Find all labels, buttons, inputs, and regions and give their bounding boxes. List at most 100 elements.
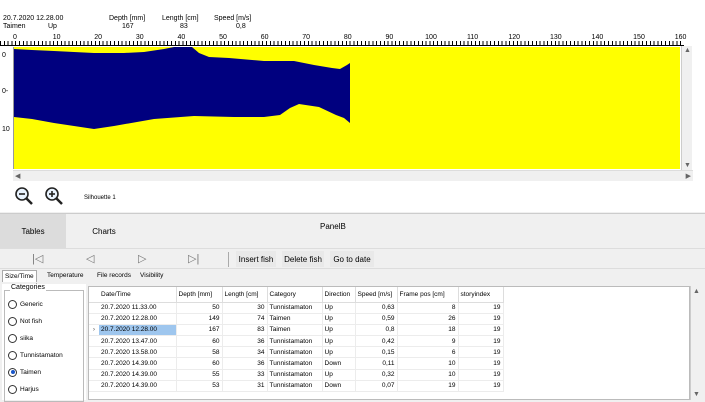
table-vertical-scrollbar[interactable]: ▲ ▼ (690, 286, 702, 400)
y-label-1: 0- (2, 88, 9, 95)
ruler-label-160: 160 (674, 34, 687, 41)
table-row[interactable]: 20.7.2020 14.39.00 53 31 Tunnistamaton Down 0… (89, 380, 504, 393)
category-label: Generic (20, 300, 43, 308)
table-cell: 167 (176, 324, 223, 337)
zoom-out-button[interactable] (14, 186, 34, 206)
table-cell: 10 (397, 357, 459, 370)
viewer-vertical-scrollbar[interactable]: ▲ ▼ (681, 46, 692, 170)
ruler-label-40: 40 (177, 34, 186, 41)
table-cell: Up (322, 302, 356, 314)
table-cell: 19 (458, 369, 504, 381)
column-header[interactable]: Length [cm] (222, 287, 268, 303)
table-cell: Up (322, 313, 356, 325)
prev-record-icon[interactable]: ◁ (86, 252, 94, 265)
table-cell: 19 (458, 380, 504, 393)
viewer-horizontal-scrollbar[interactable]: ◀ ▶ (13, 170, 693, 181)
ruler-label-50: 50 (219, 34, 227, 41)
silhouette-viewer: 20.7.2020 12.28.00 Taimen Up Depth [mm] … (0, 0, 705, 212)
category-radio-harjus[interactable]: Harjus (8, 383, 39, 395)
ruler-label-80: 80 (343, 34, 352, 41)
radio-circle-icon[interactable] (8, 367, 17, 377)
radio-circle-icon[interactable] (8, 333, 17, 343)
silhouette-canvas (13, 47, 680, 169)
table-row[interactable]: 20.7.2020 11.33.00 50 30 Tunnistamaton Up 0,6… (89, 302, 504, 314)
table-cell: 20.7.2020 11.33.00 (99, 302, 177, 314)
next-record-icon[interactable]: ▷ (138, 252, 146, 265)
radio-circle-icon[interactable] (8, 299, 17, 309)
row-indicator (89, 357, 99, 370)
category-radio-taimen[interactable]: Taimen (8, 366, 41, 378)
fish-records-table: Date/Time Depth [mm] Length [cm] Category Di… (88, 286, 690, 400)
category-radio-generic[interactable]: Generic (8, 298, 43, 310)
category-radio-siika[interactable]: siika (8, 332, 33, 344)
last-record-icon[interactable]: ▷| (188, 252, 199, 265)
subtab-bar: Size/Time Temperature File records Visib… (0, 269, 705, 283)
table-cell: 19 (458, 324, 504, 337)
table-cell: 60 (176, 335, 223, 348)
insert-fish-button[interactable]: Insert fish (236, 251, 276, 267)
table-cell: 58 (176, 346, 223, 359)
header-depth-label: Depth [mm] (109, 15, 146, 22)
radio-circle-icon[interactable] (8, 384, 17, 394)
category-radio-not-fish[interactable]: Not fish (8, 315, 42, 327)
table-cell: Tunnistamaton (267, 302, 323, 314)
column-header[interactable]: Category (267, 287, 323, 303)
table-cell: Up (322, 335, 356, 348)
column-header[interactable]: Frame pos [cm] (397, 287, 459, 303)
category-legend: Categories (10, 284, 46, 291)
table-row[interactable]: 20.7.2020 14.39.00 55 33 Tunnistamaton Up 0,3… (89, 369, 504, 381)
column-header[interactable]: Date/Time (99, 287, 177, 303)
nav-separator (228, 252, 229, 267)
table-cell: Up (322, 369, 356, 381)
table-cell: 10 (397, 369, 459, 381)
scroll-up-icon[interactable]: ▲ (684, 47, 691, 54)
record-navigator: |◁ ◁ ▷ ▷| Insert fish Delete fish Go to … (0, 248, 705, 269)
scroll-left-icon[interactable]: ◀ (15, 172, 20, 180)
category-label: siika (20, 334, 34, 342)
table-cell: 20.7.2020 14.39.00 (99, 357, 177, 370)
scroll-down-icon[interactable]: ▼ (684, 162, 691, 169)
y-label-2: 10 (2, 126, 10, 133)
table-scroll-down-icon[interactable]: ▼ (693, 391, 700, 398)
table-row[interactable]: 20.7.2020 14.39.00 60 36 Tunnistamaton Down 0… (89, 357, 504, 370)
table-scroll-up-icon[interactable]: ▲ (693, 288, 700, 295)
tab-tables[interactable]: Tables (0, 214, 66, 248)
subtab-temperature[interactable]: Temperature (45, 270, 86, 282)
table-cell: 0,42 (355, 335, 398, 348)
table-cell: 8 (397, 302, 459, 314)
table-row[interactable]: 20.7.2020 13.58.00 58 34 Tunnistamaton Up 0,1… (89, 346, 504, 359)
table-row[interactable]: › 20.7.2020 12.28.00 167 83 Taimen Up 0,8 18 19 (89, 324, 504, 337)
column-header[interactable]: Direction (322, 287, 356, 303)
category-radio-tunnistamaton[interactable]: Tunnistamaton (8, 349, 63, 361)
table-cell: 83 (222, 324, 268, 337)
row-indicator (89, 369, 99, 381)
subtab-size-time[interactable]: Size/Time (2, 270, 37, 282)
first-record-icon[interactable]: |◁ (32, 252, 43, 265)
table-cell: Tunnistamaton (267, 346, 323, 359)
subtab-visibility[interactable]: Visibility (138, 270, 165, 282)
zoom-in-button[interactable] (44, 186, 64, 206)
table-cell: 74 (222, 313, 268, 325)
radio-circle-icon[interactable] (8, 350, 17, 360)
table-row[interactable]: 20.7.2020 13.47.00 60 36 Tunnistamaton Up 0,4… (89, 335, 504, 348)
tab-charts[interactable]: Charts (66, 214, 142, 248)
header-length-value: 83 (180, 23, 188, 30)
header-direction: Up (48, 23, 57, 30)
subtab-file-records[interactable]: File records (95, 270, 133, 282)
ruler-label-150: 150 (633, 34, 645, 41)
table-cell: 0,63 (355, 302, 398, 314)
table-cell: 30 (222, 302, 268, 314)
table-row[interactable]: 20.7.2020 12.28.00 149 74 Taimen Up 0,59 26 19 (89, 313, 504, 325)
table-cell: Taimen (267, 324, 323, 337)
table-cell: Down (322, 380, 356, 393)
ruler-label-90: 90 (385, 34, 394, 41)
radio-circle-icon[interactable] (8, 316, 17, 326)
delete-fish-button[interactable]: Delete fish (282, 251, 324, 267)
scroll-right-icon[interactable]: ▶ (686, 172, 691, 180)
table-cell: 0,15 (355, 346, 398, 359)
column-header[interactable]: storyindex (458, 287, 504, 303)
table-cell: 149 (176, 313, 223, 325)
go-to-date-button[interactable]: Go to date (330, 251, 374, 267)
column-header[interactable]: Speed [m/s] (355, 287, 398, 303)
column-header[interactable]: Depth [mm] (176, 287, 223, 303)
